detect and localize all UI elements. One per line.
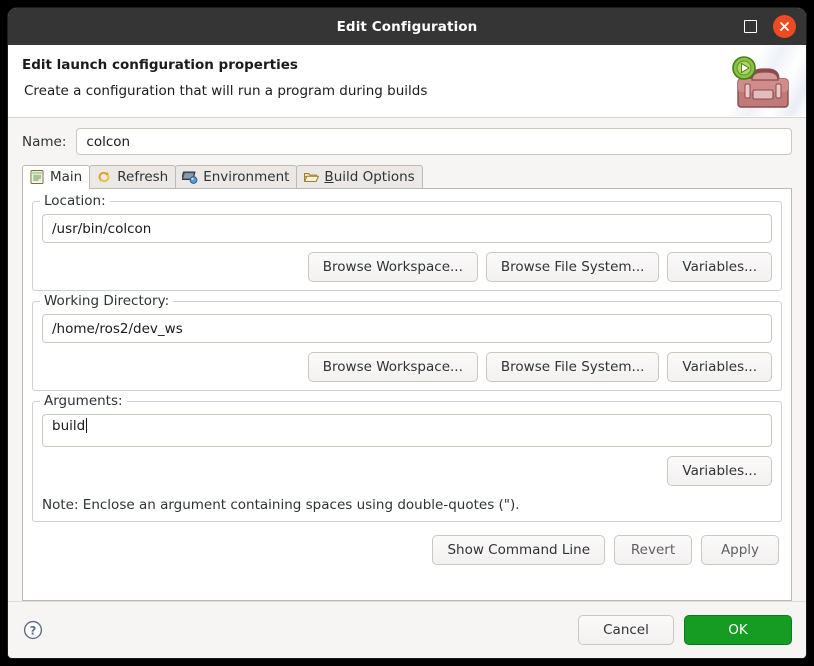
dialog-footer: ? Cancel OK xyxy=(8,601,806,658)
svg-text:?: ? xyxy=(30,623,37,637)
apply-button[interactable]: Apply xyxy=(701,535,779,565)
working-directory-input[interactable]: /home/ros2/dev_ws xyxy=(42,314,772,343)
window-controls xyxy=(739,8,796,45)
close-x-icon[interactable] xyxy=(773,15,796,38)
dialog-header: Edit launch configuration properties Cre… xyxy=(8,45,806,118)
location-legend: Location: xyxy=(40,194,110,209)
tab-environment[interactable]: Environment xyxy=(175,165,297,188)
edit-configuration-dialog: Edit Configuration Edit launch configura… xyxy=(8,8,806,658)
working-directory-buttons: Browse Workspace... Browse File System..… xyxy=(42,352,772,382)
location-input[interactable]: /usr/bin/colcon xyxy=(42,214,772,243)
location-input-value: /usr/bin/colcon xyxy=(52,221,151,237)
refresh-arrows-icon xyxy=(96,169,112,185)
name-input[interactable]: colcon xyxy=(76,128,792,155)
arguments-note: Note: Enclose an argument containing spa… xyxy=(42,497,772,513)
location-variables-button[interactable]: Variables... xyxy=(667,252,772,282)
tab-environment-label: Environment xyxy=(203,169,289,185)
workdir-browse-filesystem-button[interactable]: Browse File System... xyxy=(486,352,660,382)
toolbox-with-run-badge-icon xyxy=(722,51,798,113)
name-row: Name: colcon xyxy=(22,128,792,155)
working-directory-legend: Working Directory: xyxy=(40,294,173,309)
tab-refresh-label: Refresh xyxy=(117,169,168,185)
arguments-variables-button[interactable]: Variables... xyxy=(667,456,772,486)
folder-open-icon xyxy=(303,169,319,185)
tab-build-options-mnemonic: B xyxy=(324,169,333,185)
ok-button[interactable]: OK xyxy=(684,615,792,645)
arguments-input-value: build xyxy=(52,418,85,434)
maximize-square-icon[interactable] xyxy=(739,16,761,38)
tab-bar: Main Refresh Environment xyxy=(22,164,792,189)
location-browse-workspace-button[interactable]: Browse Workspace... xyxy=(308,252,478,282)
main-document-icon xyxy=(29,169,45,185)
header-title: Edit launch configuration properties xyxy=(22,57,298,73)
arguments-input[interactable]: build xyxy=(42,414,772,447)
tab-build-options[interactable]: Build Options xyxy=(296,165,422,188)
show-command-line-button[interactable]: Show Command Line xyxy=(432,535,605,565)
text-caret xyxy=(86,418,87,433)
arguments-buttons: Variables... xyxy=(42,456,772,486)
dialog-body: Name: colcon Main xyxy=(8,118,806,601)
working-directory-group: Working Directory: /home/ros2/dev_ws Bro… xyxy=(32,301,782,391)
page-action-buttons: Show Command Line Revert Apply xyxy=(32,522,782,565)
tab-page-main: Location: /usr/bin/colcon Browse Workspa… xyxy=(22,189,792,601)
tab-main-label: Main xyxy=(50,169,82,185)
tab-build-options-rest: uild Options xyxy=(334,169,415,185)
working-directory-input-value: /home/ros2/dev_ws xyxy=(52,321,183,337)
titlebar: Edit Configuration xyxy=(8,8,806,45)
name-label: Name: xyxy=(22,134,66,150)
tab-main[interactable]: Main xyxy=(22,165,90,189)
arguments-legend: Arguments: xyxy=(40,394,127,409)
revert-button[interactable]: Revert xyxy=(614,535,692,565)
tab-build-options-label: Build Options xyxy=(324,169,414,185)
workdir-variables-button[interactable]: Variables... xyxy=(667,352,772,382)
workdir-browse-workspace-button[interactable]: Browse Workspace... xyxy=(308,352,478,382)
tab-refresh[interactable]: Refresh xyxy=(89,165,176,188)
header-subtitle: Create a configuration that will run a p… xyxy=(24,83,427,99)
help-question-icon[interactable]: ? xyxy=(22,619,44,641)
window-title: Edit Configuration xyxy=(337,19,478,35)
location-browse-filesystem-button[interactable]: Browse File System... xyxy=(486,252,660,282)
environment-monitor-icon xyxy=(182,169,198,185)
name-input-value: colcon xyxy=(86,134,130,150)
cancel-button[interactable]: Cancel xyxy=(578,615,674,645)
arguments-group: Arguments: build Variables... Note: Encl… xyxy=(32,401,782,522)
location-buttons: Browse Workspace... Browse File System..… xyxy=(42,252,772,282)
location-group: Location: /usr/bin/colcon Browse Workspa… xyxy=(32,201,782,291)
